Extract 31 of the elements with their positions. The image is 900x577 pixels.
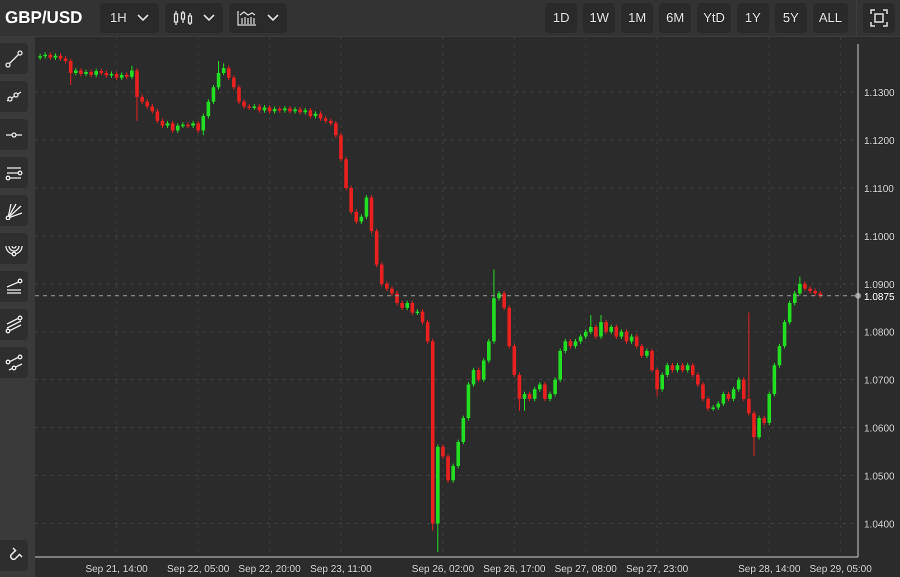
x-axis-label: Sep 26, 02:00 [412,564,474,575]
range-button[interactable]: 6M [659,3,692,33]
x-axis-label: Sep 29, 05:00 [810,564,872,575]
range-button[interactable]: ALL [812,3,848,33]
x-axis-label: Sep 28, 14:00 [738,564,800,575]
range-button[interactable]: YtD [697,3,731,33]
range-button[interactable]: 1W [583,3,616,33]
y-axis-label: 1.0700 [864,376,895,387]
range-button[interactable]: 5Y [774,3,807,33]
y-axis-label: 1.0800 [864,328,895,339]
range-button[interactable]: 1D [545,3,578,33]
current-price-label: 1.0875 [864,292,895,303]
x-axis-label: Sep 27, 08:00 [554,564,617,575]
x-axis-label: Sep 26, 17:00 [483,564,546,575]
y-axis-label: 1.0900 [864,280,895,291]
range-button[interactable]: 1Y [736,3,769,33]
y-axis-label: 1.1000 [864,232,895,243]
y-axis-label: 1.1100 [864,184,894,195]
x-axis-label: Sep 22, 20:00 [238,564,301,575]
y-axis-label: 1.1300 [864,88,895,100]
interval-dropdown[interactable]: 1H [100,3,159,33]
range-button[interactable]: 1M [621,3,654,33]
x-axis-label: Sep 23, 11:00 [310,564,372,575]
y-axis-label: 1.0600 [864,424,895,435]
y-axis-label: 1.1200 [864,136,895,148]
x-axis-label: Sep 22, 05:00 [167,564,230,575]
x-axis-label: Sep 21, 14:00 [85,564,148,575]
symbol-title: GBP/USD [4,7,84,30]
y-axis-label: 1.0500 [864,472,895,483]
x-axis-label: Sep 27, 23:00 [626,564,688,575]
y-axis-label: 1.0400 [864,519,895,530]
